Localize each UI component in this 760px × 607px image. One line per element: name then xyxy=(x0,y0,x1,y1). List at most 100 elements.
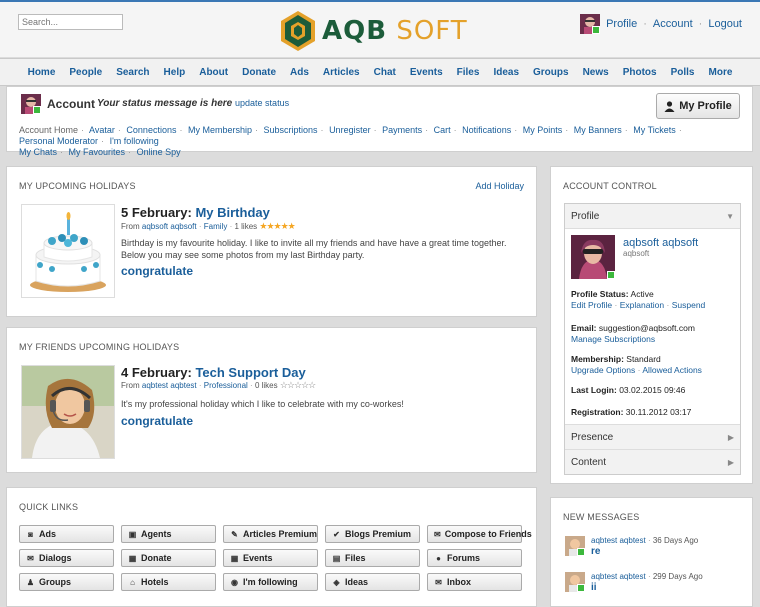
quick-link-label: I'm following xyxy=(243,577,298,587)
holiday-name-link[interactable]: Tech Support Day xyxy=(195,365,305,380)
holiday-name-link[interactable]: My Birthday xyxy=(195,205,269,220)
update-status-link[interactable]: update status xyxy=(235,98,289,108)
profile-name-link[interactable]: aqbsoft aqbsoft xyxy=(623,237,698,249)
message-subject-link[interactable]: re xyxy=(591,546,600,557)
nav-articles[interactable]: Articles xyxy=(323,67,360,78)
account-link-cart[interactable]: Cart xyxy=(434,125,451,135)
nav-people[interactable]: People xyxy=(69,67,102,78)
message-age: 299 Days Ago xyxy=(652,572,703,581)
account-link-subscriptions[interactable]: Subscriptions xyxy=(264,125,318,135)
support-agent-image[interactable] xyxy=(21,365,115,459)
nav-news[interactable]: News xyxy=(583,67,609,78)
account-link-online-spy[interactable]: Online Spy xyxy=(137,147,181,157)
presence-tab[interactable]: Presence ▶ xyxy=(565,425,740,450)
profile-tab[interactable]: Profile ▼ xyxy=(565,204,740,229)
logout-link[interactable]: Logout xyxy=(708,18,742,30)
my-profile-button[interactable]: My Profile xyxy=(656,93,740,119)
rating-stars-icon[interactable]: ☆☆☆☆☆ xyxy=(280,380,316,390)
separator: · xyxy=(643,18,647,30)
congratulate-link[interactable]: congratulate xyxy=(121,264,193,278)
quick-link-donate[interactable]: ▦ Donate xyxy=(121,549,216,567)
account-link-following[interactable]: I'm following xyxy=(110,136,159,146)
groups-icon: ♟ xyxy=(26,577,35,587)
birthday-cake-image[interactable] xyxy=(21,204,115,298)
membership-label: Membership: xyxy=(571,354,624,364)
avatar[interactable] xyxy=(565,536,585,556)
nav-search[interactable]: Search xyxy=(116,67,149,78)
category-link[interactable]: Professional xyxy=(204,381,248,390)
nav-about[interactable]: About xyxy=(199,67,228,78)
email-label: Email: xyxy=(571,323,597,333)
account-link-avatar[interactable]: Avatar xyxy=(89,125,115,135)
user-menu: Profile · Account · Logout xyxy=(580,14,742,34)
avatar[interactable] xyxy=(571,235,615,279)
congratulate-link[interactable]: congratulate xyxy=(121,414,193,428)
nav-ads[interactable]: Ads xyxy=(290,67,309,78)
account-link-connections[interactable]: Connections xyxy=(126,125,176,135)
account-link-membership[interactable]: My Membership xyxy=(188,125,252,135)
author-link[interactable]: aqbtest aqbtest xyxy=(142,381,197,390)
quick-link-forums[interactable]: ● Forums xyxy=(427,549,522,567)
nav-events[interactable]: Events xyxy=(410,67,443,78)
allowed-actions-link[interactable]: Allowed Actions xyxy=(642,365,702,375)
account-link-account-home[interactable]: Account Home xyxy=(19,125,78,135)
quick-link-ads[interactable]: ◙ Ads xyxy=(19,525,114,543)
account-link-payments[interactable]: Payments xyxy=(382,125,422,135)
nav-files[interactable]: Files xyxy=(457,67,480,78)
quick-link-articles-premium[interactable]: ✎ Articles Premium xyxy=(223,525,318,543)
message-subject-link[interactable]: ii xyxy=(591,582,597,593)
edit-profile-link[interactable]: Edit Profile xyxy=(571,300,612,310)
account-link-unregister[interactable]: Unregister xyxy=(329,125,371,135)
profile-link[interactable]: Profile xyxy=(606,18,637,30)
membership-value: Standard xyxy=(626,354,661,364)
rating-stars-icon[interactable]: ★★★★★ xyxy=(259,221,295,231)
account-link-notifications[interactable]: Notifications xyxy=(462,125,511,135)
quick-link-i-m-following[interactable]: ◉ I'm following xyxy=(223,573,318,591)
add-holiday-link[interactable]: Add Holiday xyxy=(475,181,524,191)
quick-link-events[interactable]: ▦ Events xyxy=(223,549,318,567)
quick-link-dialogs[interactable]: ✉ Dialogs xyxy=(19,549,114,567)
site-logo[interactable]: AQB SOFT xyxy=(280,10,468,52)
nav-help[interactable]: Help xyxy=(164,67,186,78)
manage-subscriptions-link[interactable]: Manage Subscriptions xyxy=(571,334,655,344)
quick-link-ideas[interactable]: ◈ Ideas xyxy=(325,573,420,591)
avatar[interactable] xyxy=(565,572,585,592)
message-sender-link[interactable]: aqbtest aqbtest xyxy=(591,572,646,581)
status-message: Your status message is here update statu… xyxy=(97,98,289,109)
nav-groups[interactable]: Groups xyxy=(533,67,569,78)
nav-photos[interactable]: Photos xyxy=(623,67,657,78)
account-link-points[interactable]: My Points xyxy=(523,125,563,135)
quick-link-hotels[interactable]: ⌂ Hotels xyxy=(121,573,216,591)
avatar[interactable] xyxy=(21,94,41,114)
nav-home[interactable]: Home xyxy=(28,67,56,78)
my-profile-label: My Profile xyxy=(679,100,732,112)
account-link-banners[interactable]: My Banners xyxy=(574,125,622,135)
account-link-chats[interactable]: My Chats xyxy=(19,147,57,157)
likes-count: 0 likes xyxy=(254,381,278,390)
holiday-date: 4 February: xyxy=(121,365,192,380)
quick-link-compose-to-friends[interactable]: ✉ Compose to Friends xyxy=(427,525,532,543)
nav-ideas[interactable]: Ideas xyxy=(493,67,519,78)
nav-donate[interactable]: Donate xyxy=(242,67,276,78)
author-link[interactable]: aqbsoft aqbsoft xyxy=(142,222,197,231)
explanation-link[interactable]: Explanation xyxy=(620,300,664,310)
search-input[interactable] xyxy=(18,14,123,30)
quick-link-files[interactable]: ▤ Files xyxy=(325,549,420,567)
account-link-moderator[interactable]: Personal Moderator xyxy=(19,136,98,146)
nav-more[interactable]: More xyxy=(709,67,733,78)
quick-link-groups[interactable]: ♟ Groups xyxy=(19,573,114,591)
quick-link-blogs-premium[interactable]: ✔ Blogs Premium xyxy=(325,525,420,543)
category-link[interactable]: Family xyxy=(204,222,228,231)
content-tab[interactable]: Content ▶ xyxy=(565,450,740,474)
avatar[interactable] xyxy=(580,14,601,34)
nav-polls[interactable]: Polls xyxy=(671,67,695,78)
nav-chat[interactable]: Chat xyxy=(374,67,396,78)
account-link-tickets[interactable]: My Tickets xyxy=(633,125,676,135)
suspend-link[interactable]: Suspend xyxy=(672,300,706,310)
quick-link-agents[interactable]: ▣ Agents xyxy=(121,525,216,543)
account-link[interactable]: Account xyxy=(653,18,693,30)
upgrade-options-link[interactable]: Upgrade Options xyxy=(571,365,635,375)
account-link-favourites[interactable]: My Favourites xyxy=(69,147,126,157)
message-sender-link[interactable]: aqbtest aqbtest xyxy=(591,536,646,545)
quick-link-inbox[interactable]: ✉ Inbox xyxy=(427,573,522,591)
